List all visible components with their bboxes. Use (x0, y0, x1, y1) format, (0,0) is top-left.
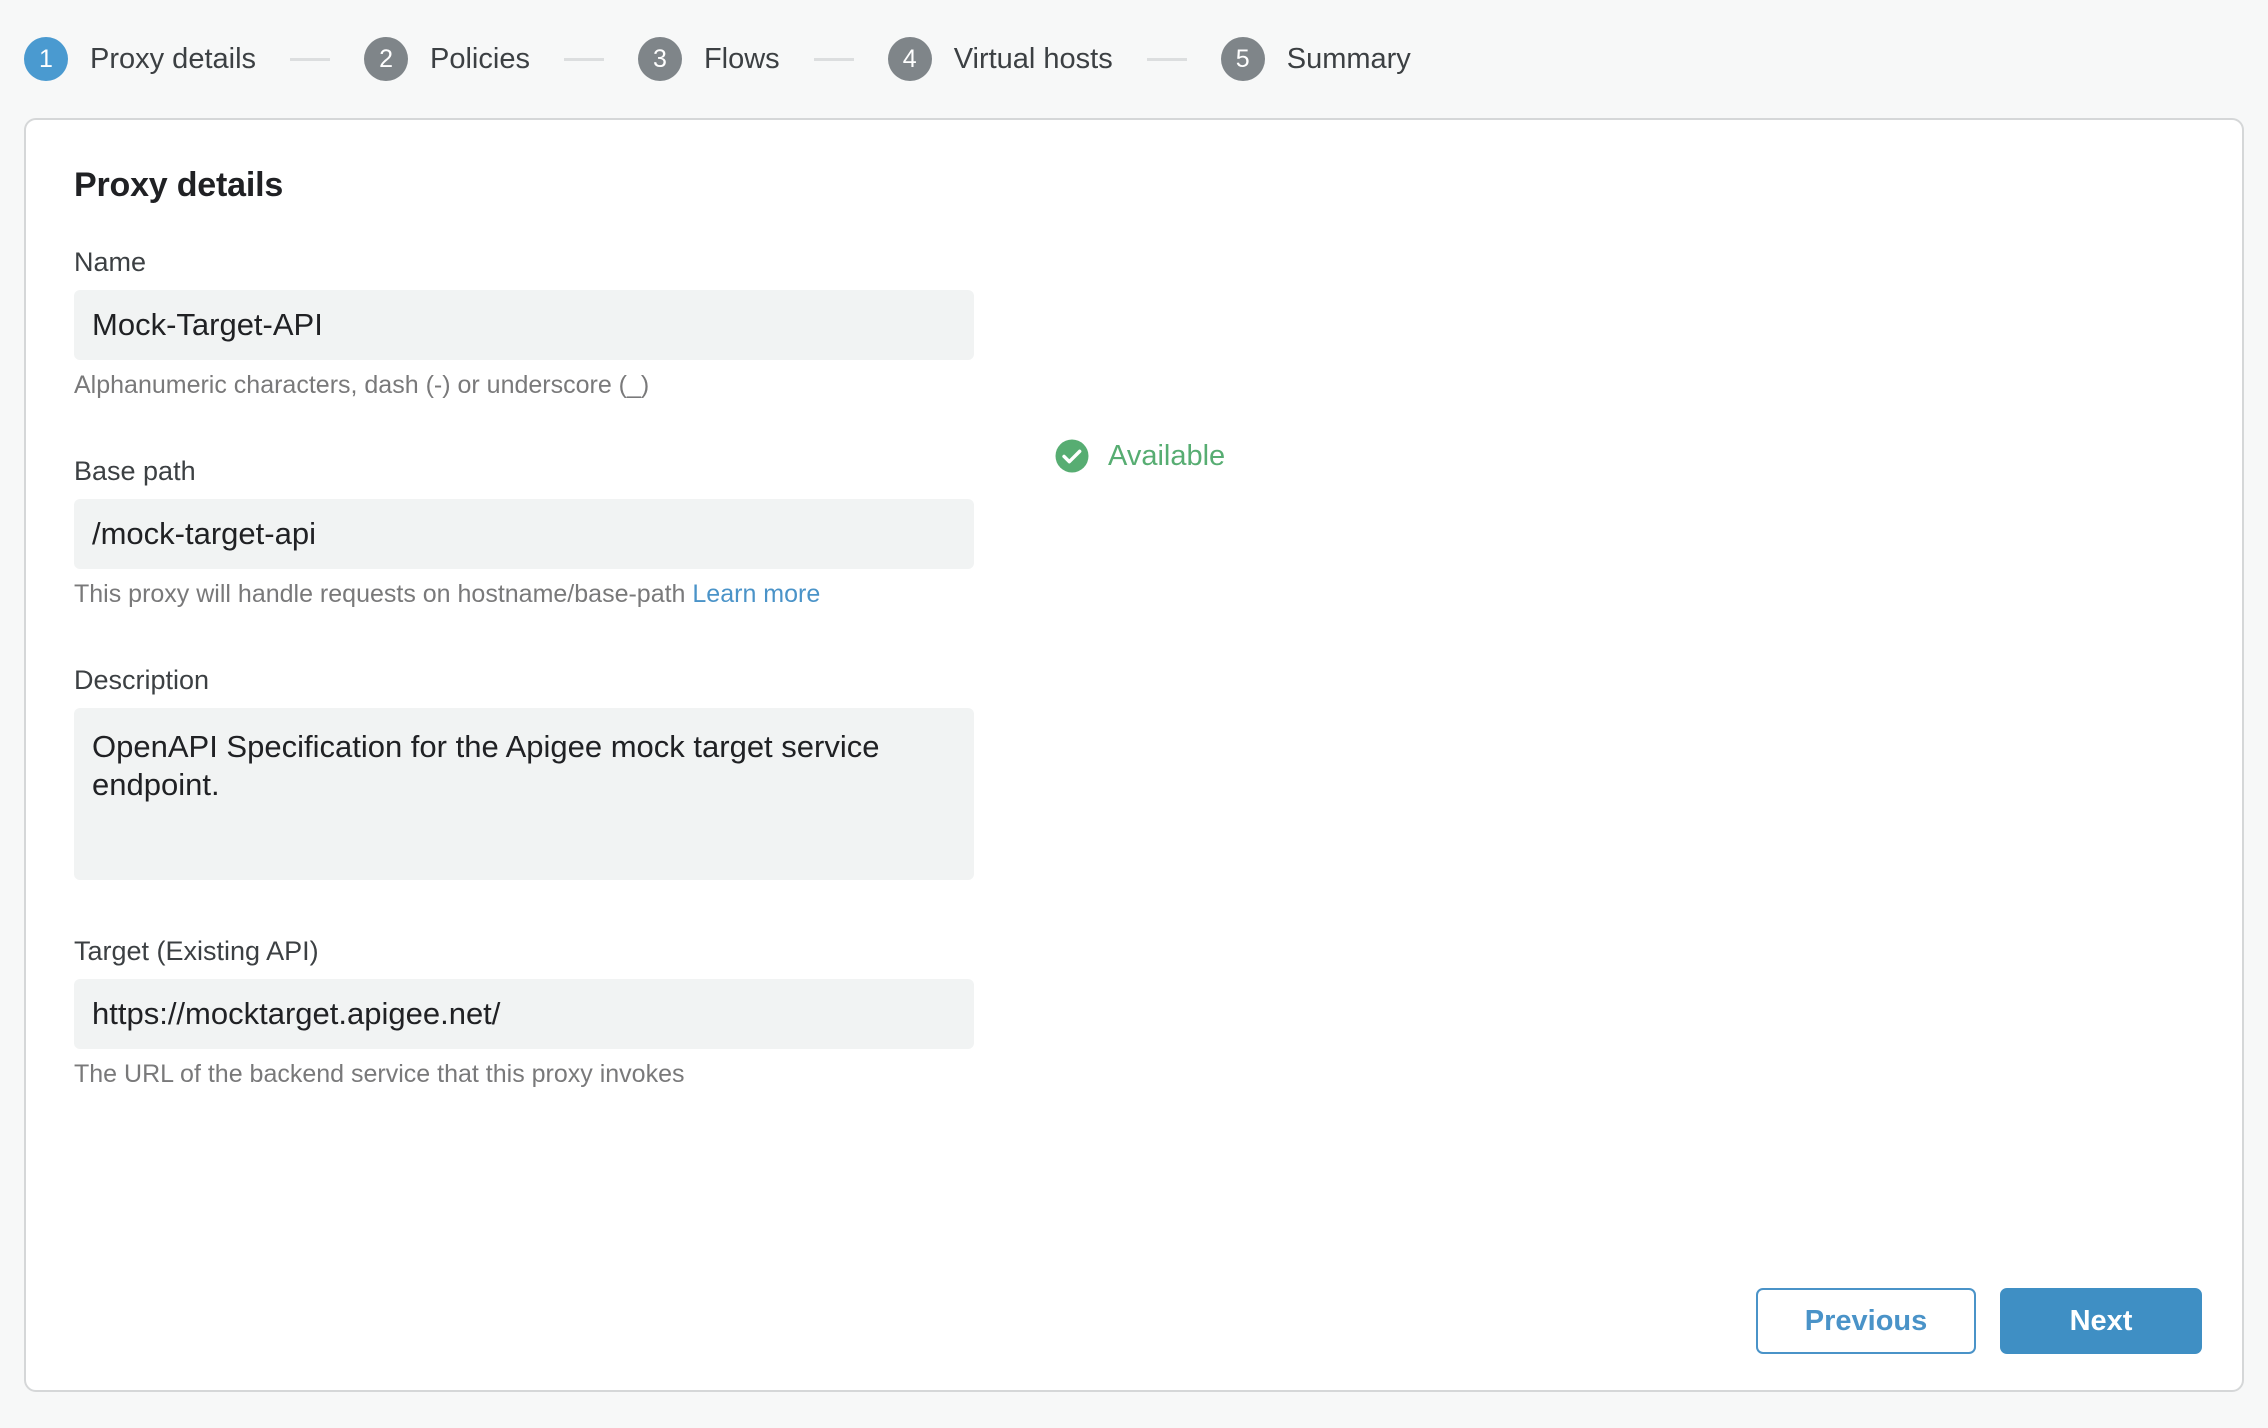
base-path-help-text: This proxy will handle requests on hostn… (74, 580, 686, 608)
learn-more-link[interactable]: Learn more (692, 580, 820, 608)
previous-button[interactable]: Previous (1756, 1288, 1976, 1354)
wizard-footer: Previous Next (1756, 1288, 2202, 1354)
description-label: Description (74, 665, 210, 695)
step-number-badge: 1 (24, 37, 68, 81)
field-description: Description OpenAPI Specification for th… (74, 665, 2242, 880)
step-number-badge: 5 (1220, 37, 1265, 81)
name-input[interactable]: Mock-Target-API (74, 290, 974, 360)
target-input-value: https://mocktarget.apigee.net/ (92, 996, 501, 1031)
description-textarea-value: OpenAPI Specification for the Apigee moc… (92, 729, 880, 803)
field-target: Target (Existing API) https://mocktarget… (74, 936, 2242, 1089)
stepper-connector-2 (563, 57, 604, 61)
target-input[interactable]: https://mocktarget.apigee.net/ (74, 979, 974, 1049)
page-title: Proxy details (74, 166, 284, 204)
field-base-path: Base path /mock-target-api This proxy wi… (74, 456, 2242, 609)
step-label: Flows (703, 42, 780, 75)
stepper-connector-1 (290, 57, 331, 61)
name-label: Name (74, 247, 147, 277)
proxy-details-form: Name Mock-Target-API Alphanumeric charac… (74, 247, 2242, 1089)
target-label: Target (Existing API) (74, 936, 319, 966)
step-label: Summary (1286, 42, 1411, 75)
next-button[interactable]: Next (2000, 1288, 2202, 1354)
stepper-step-virtual-hosts[interactable]: 4 Virtual hosts (887, 37, 1113, 81)
base-path-input-value: /mock-target-api (92, 516, 316, 551)
step-number-badge: 4 (887, 37, 932, 81)
field-name: Name Mock-Target-API Alphanumeric charac… (74, 247, 2242, 400)
stepper-step-summary[interactable]: 5 Summary (1220, 37, 1411, 81)
step-label: Proxy details (90, 42, 257, 75)
step-number-badge: 2 (364, 37, 409, 81)
check-circle-icon (1055, 439, 1089, 473)
stepper-connector-3 (813, 57, 854, 61)
status-badge: Available (1108, 439, 1226, 472)
description-textarea[interactable]: OpenAPI Specification for the Apigee moc… (74, 708, 974, 880)
step-label: Policies (430, 42, 530, 75)
stepper-step-proxy-details[interactable]: 1 Proxy details (24, 37, 256, 81)
target-help-text: The URL of the backend service that this… (74, 1060, 685, 1088)
name-availability-status: Available (1054, 438, 1225, 474)
proxy-details-card: Proxy details Name Mock-Target-API Alpha… (24, 118, 2244, 1392)
stepper-step-flows[interactable]: 3 Flows (637, 37, 780, 81)
base-path-help: This proxy will handle requests on hostn… (74, 580, 2242, 609)
step-number-badge: 3 (637, 37, 682, 81)
step-label: Virtual hosts (953, 42, 1113, 75)
stepper-step-policies[interactable]: 2 Policies (364, 37, 530, 81)
wizard-stepper: 1 Proxy details 2 Policies 3 Flows 4 Vir… (0, 0, 2268, 118)
base-path-input[interactable]: /mock-target-api (74, 499, 974, 569)
name-help-text: Alphanumeric characters, dash (-) or und… (74, 371, 650, 399)
stepper-connector-4 (1146, 57, 1187, 61)
name-input-value: Mock-Target-API (92, 307, 323, 342)
